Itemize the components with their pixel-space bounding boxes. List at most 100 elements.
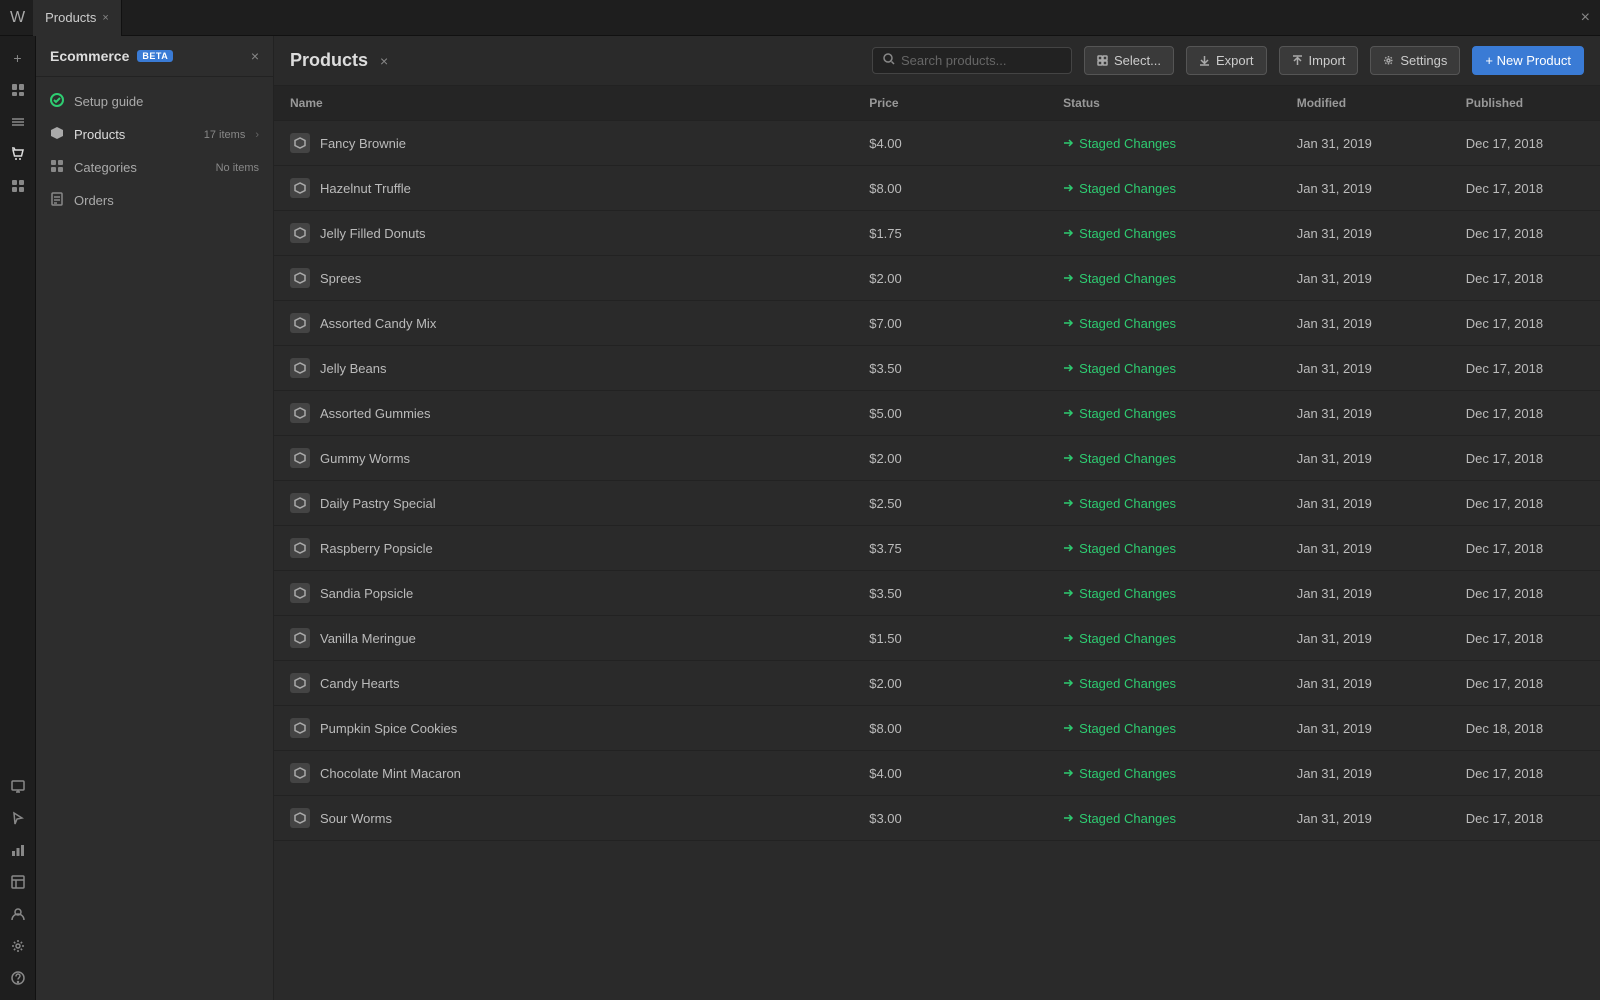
settings-button[interactable]: Settings (1370, 46, 1460, 75)
product-published: Dec 17, 2018 (1450, 121, 1568, 166)
product-name: Sprees (320, 271, 361, 286)
table-row[interactable]: Chocolate Mint Macaron $4.00 Staged Chan… (274, 751, 1600, 796)
table-row[interactable]: Jelly Filled Donuts $1.75 Staged Changes… (274, 211, 1600, 256)
table-header-row: Name Price Status Modified Published (274, 86, 1600, 121)
table-row[interactable]: Vanilla Meringue $1.50 Staged Changes Ja… (274, 616, 1600, 661)
table-row[interactable]: Assorted Candy Mix $7.00 Staged Changes … (274, 301, 1600, 346)
product-icon (290, 178, 310, 198)
preview-icon[interactable] (4, 772, 32, 800)
product-icon (290, 358, 310, 378)
sidebar: Ecommerce BETA × Setup guide Products 17… (36, 36, 274, 1000)
product-name: Raspberry Popsicle (320, 541, 433, 556)
product-status: Staged Changes (1063, 811, 1265, 826)
sidebar-item-orders[interactable]: Orders (36, 184, 273, 217)
status-text: Staged Changes (1079, 766, 1176, 781)
products-tab[interactable]: Products × (33, 0, 122, 36)
product-modified: Jan 31, 2019 (1281, 121, 1450, 166)
sidebar-item-setup-guide[interactable]: Setup guide (36, 85, 273, 118)
product-name: Hazelnut Truffle (320, 181, 411, 196)
search-icon (883, 53, 895, 68)
products-icon (50, 126, 64, 143)
status-text: Staged Changes (1079, 811, 1176, 826)
status-text: Staged Changes (1079, 586, 1176, 601)
analytics-icon[interactable] (4, 836, 32, 864)
product-published: Dec 17, 2018 (1450, 661, 1568, 706)
product-published: Dec 17, 2018 (1450, 166, 1568, 211)
sidebar-item-label: Orders (74, 193, 259, 208)
product-pin (1568, 661, 1600, 706)
status-text: Staged Changes (1079, 226, 1176, 241)
new-product-button[interactable]: + New Product (1472, 46, 1584, 75)
product-pin (1568, 346, 1600, 391)
sidebar-item-label: Categories (74, 160, 206, 175)
import-button[interactable]: Import (1279, 46, 1359, 75)
product-price: $4.00 (853, 751, 1047, 796)
layers-icon[interactable] (4, 108, 32, 136)
product-name: Vanilla Meringue (320, 631, 416, 646)
table-row[interactable]: Sprees $2.00 Staged Changes Jan 31, 2019… (274, 256, 1600, 301)
settings-gear-icon[interactable] (4, 932, 32, 960)
product-status: Staged Changes (1063, 586, 1265, 601)
table-row[interactable]: Jelly Beans $3.50 Staged Changes Jan 31,… (274, 346, 1600, 391)
product-pin (1568, 301, 1600, 346)
product-price: $2.00 (853, 661, 1047, 706)
product-icon (290, 808, 310, 828)
table-row[interactable]: Pumpkin Spice Cookies $8.00 Staged Chang… (274, 706, 1600, 751)
components-icon[interactable] (4, 172, 32, 200)
product-status: Staged Changes (1063, 271, 1265, 286)
panel-close-icon[interactable]: × (380, 53, 388, 69)
table-row[interactable]: Hazelnut Truffle $8.00 Staged Changes Ja… (274, 166, 1600, 211)
orders-icon (50, 192, 64, 209)
product-status: Staged Changes (1063, 181, 1265, 196)
product-price: $7.00 (853, 301, 1047, 346)
cms-icon[interactable] (4, 868, 32, 896)
export-button[interactable]: Export (1186, 46, 1267, 75)
product-price: $8.00 (853, 166, 1047, 211)
select-button[interactable]: Select... (1084, 46, 1174, 75)
product-published: Dec 17, 2018 (1450, 346, 1568, 391)
pages-icon[interactable] (4, 76, 32, 104)
table-row[interactable]: Daily Pastry Special $2.50 Staged Change… (274, 481, 1600, 526)
product-published: Dec 17, 2018 (1450, 211, 1568, 256)
products-table: Name Price Status Modified Published Fan (274, 86, 1600, 841)
select-icon[interactable] (4, 804, 32, 832)
tab-close-icon[interactable]: × (102, 12, 108, 24)
add-icon[interactable]: + (4, 44, 32, 72)
sidebar-item-products[interactable]: Products 17 items › (36, 118, 273, 151)
product-price: $3.50 (853, 346, 1047, 391)
product-status: Staged Changes (1063, 226, 1265, 241)
column-header-modified: Modified (1281, 86, 1450, 121)
table-row[interactable]: Gummy Worms $2.00 Staged Changes Jan 31,… (274, 436, 1600, 481)
product-icon (290, 133, 310, 153)
shop-icon[interactable] (4, 140, 32, 168)
table-row[interactable]: Assorted Gummies $5.00 Staged Changes Ja… (274, 391, 1600, 436)
product-status: Staged Changes (1063, 361, 1265, 376)
window-close-icon[interactable]: × (1581, 9, 1590, 27)
help-icon[interactable] (4, 964, 32, 992)
product-modified: Jan 31, 2019 (1281, 751, 1450, 796)
table-row[interactable]: Sour Worms $3.00 Staged Changes Jan 31, … (274, 796, 1600, 841)
search-box[interactable] (872, 47, 1072, 74)
product-published: Dec 17, 2018 (1450, 526, 1568, 571)
sidebar-item-categories[interactable]: Categories No items (36, 151, 273, 184)
categories-count: No items (216, 162, 259, 174)
users-icon[interactable] (4, 900, 32, 928)
product-name: Assorted Candy Mix (320, 316, 436, 331)
products-panel: Products × Select... Export Import (274, 36, 1600, 1000)
product-modified: Jan 31, 2019 (1281, 796, 1450, 841)
table-row[interactable]: Fancy Brownie $4.00 Staged Changes Jan 3… (274, 121, 1600, 166)
tab-label: Products (45, 10, 96, 25)
product-name: Chocolate Mint Macaron (320, 766, 461, 781)
product-modified: Jan 31, 2019 (1281, 571, 1450, 616)
product-price: $1.75 (853, 211, 1047, 256)
product-icon (290, 313, 310, 333)
status-text: Staged Changes (1079, 721, 1176, 736)
search-input[interactable] (901, 53, 1061, 68)
product-icon (290, 628, 310, 648)
table-row[interactable]: Raspberry Popsicle $3.75 Staged Changes … (274, 526, 1600, 571)
table-row[interactable]: Candy Hearts $2.00 Staged Changes Jan 31… (274, 661, 1600, 706)
status-text: Staged Changes (1079, 631, 1176, 646)
tab-bar: Products × (33, 0, 1581, 36)
table-row[interactable]: Sandia Popsicle $3.50 Staged Changes Jan… (274, 571, 1600, 616)
sidebar-close-button[interactable]: × (251, 48, 259, 64)
